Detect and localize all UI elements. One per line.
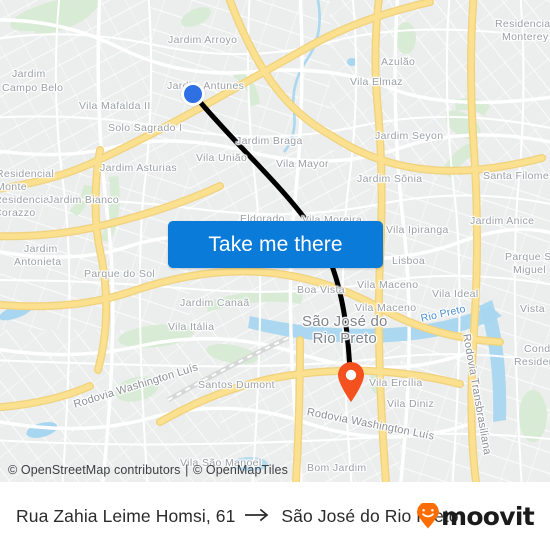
moovit-pin-icon [416, 503, 439, 529]
moovit-logo: moovit [416, 501, 535, 531]
destination-pin[interactable] [336, 361, 366, 403]
origin-dot[interactable] [181, 82, 205, 106]
moovit-route-screenshot: Jardim Arroyo Azulão Vila Elmaz Residenc… [0, 0, 550, 550]
route-summary: Rua Zahia Leime Homsi, 61 São José do Ri… [16, 505, 459, 527]
attribution-separator: | [185, 463, 189, 477]
take-me-there-button[interactable]: Take me there [168, 221, 383, 268]
attribution-osm[interactable]: © OpenStreetMap contributors [8, 463, 181, 477]
attribution-tiles[interactable]: © OpenMapTiles [193, 463, 288, 477]
map-canvas[interactable]: Jardim Arroyo Azulão Vila Elmaz Residenc… [0, 0, 550, 482]
origin-address: Rua Zahia Leime Homsi, 61 [16, 505, 236, 526]
footer-bar: Rua Zahia Leime Homsi, 61 São José do Ri… [0, 482, 550, 550]
arrow-right-icon [245, 506, 271, 527]
moovit-wordmark: moovit [440, 501, 535, 531]
map-attribution: © OpenStreetMap contributors | © OpenMap… [8, 463, 288, 477]
